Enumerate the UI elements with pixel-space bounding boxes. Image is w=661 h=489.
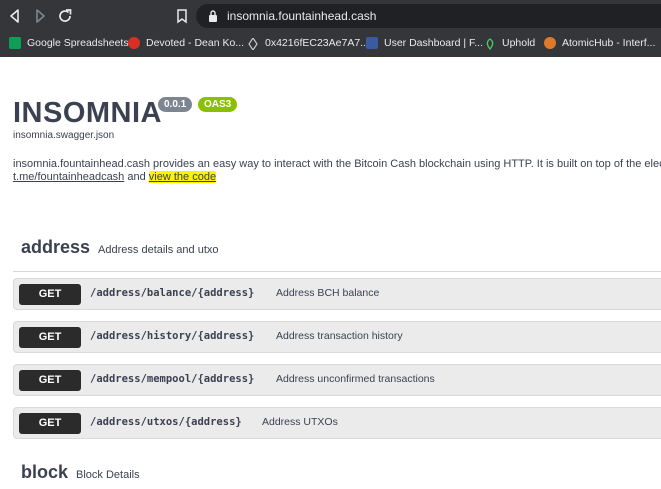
bookmark-eth-address[interactable]: 0x4216fEC23Ae7A7... [247,32,369,54]
bookmark-label: Uphold [502,37,536,49]
tag-name: block [21,462,69,482]
oas-badge: OAS3 [198,97,238,112]
avatar-icon [128,37,140,49]
lock-icon[interactable] [207,8,219,24]
bookmark-atomichub[interactable]: AtomicHub - Interf... [544,32,661,54]
and-text: and [127,171,146,183]
dashboard-icon [366,37,378,49]
tag-address-header[interactable]: address Address details and utxo [21,237,219,259]
ethereum-icon [247,36,259,52]
description-links: t.me/fountainheadcash and view the code [13,171,217,184]
operation-address-history[interactable]: GET /address/history/{address} Address t… [13,321,661,353]
method-badge: GET [19,370,81,391]
atomichub-icon [544,37,556,49]
back-icon[interactable] [6,7,24,25]
bookmark-label: Devoted - Dean Ko... [146,37,245,49]
url-text[interactable]: insomnia.fountainhead.cash [227,8,376,24]
bookmark-devoted[interactable]: Devoted - Dean Ko... [128,32,244,54]
operation-summary: Address unconfirmed transactions [276,373,435,385]
tag-block-header[interactable]: block Block Details [21,462,140,483]
operation-address-mempool[interactable]: GET /address/mempool/{address} Address u… [13,364,661,396]
operation-path: /address/history/{address} [90,330,255,342]
operation-summary: Address BCH balance [276,287,380,299]
spec-file-link[interactable]: insomnia.swagger.json [13,130,114,141]
bookmark-label: Google Spreadsheets [27,37,129,49]
bookmark-google-spreadsheets[interactable]: Google Spreadsheets [9,32,129,54]
forward-icon[interactable] [31,7,49,25]
tag-divider [13,271,661,272]
method-badge: GET [19,284,81,305]
tag-name: address [21,237,91,257]
operation-summary: Address UTXOs [262,416,338,428]
telegram-link[interactable]: t.me/fountainheadcash [13,171,124,183]
bookmark-label: 0x4216fEC23Ae7A7... [265,37,369,49]
bookmark-icon[interactable] [175,8,189,24]
operation-path: /address/utxos/{address} [90,416,242,428]
bookmark-uphold[interactable]: Uphold [484,32,535,54]
spreadsheet-icon [9,37,21,49]
operation-address-balance[interactable]: GET /address/balance/{address} Address B… [13,278,661,310]
tag-description: Address details and utxo [98,244,219,256]
swagger-page: INSOMNIA 0.0.1 OAS3 insomnia.swagger.jso… [0,57,661,489]
reload-icon[interactable] [56,7,74,25]
operation-path: /address/balance/{address} [90,287,255,299]
operation-summary: Address transaction history [276,330,403,342]
tag-description: Block Details [76,469,140,481]
browser-toolbar: insomnia.fountainhead.cash [0,0,661,32]
method-badge: GET [19,327,81,348]
bookmark-label: User Dashboard | F... [384,37,484,49]
operation-path: /address/mempool/{address} [90,373,255,385]
operation-address-utxos[interactable]: GET /address/utxos/{address} Address UTX… [13,407,661,439]
version-badge: 0.0.1 [158,97,193,112]
uphold-icon [484,37,496,51]
method-badge: GET [19,413,81,434]
bookmark-user-dashboard[interactable]: User Dashboard | F... [366,32,483,54]
bookmark-label: AtomicHub - Interf... [562,37,656,49]
bookmarks-bar: Google Spreadsheets Devoted - Dean Ko...… [0,32,661,54]
api-description: insomnia.fountainhead.cash provides an e… [13,158,661,170]
api-title: INSOMNIA [13,97,162,129]
view-code-link[interactable]: view the code [148,171,217,183]
browser-chrome: insomnia.fountainhead.cash Google Spread… [0,0,661,57]
